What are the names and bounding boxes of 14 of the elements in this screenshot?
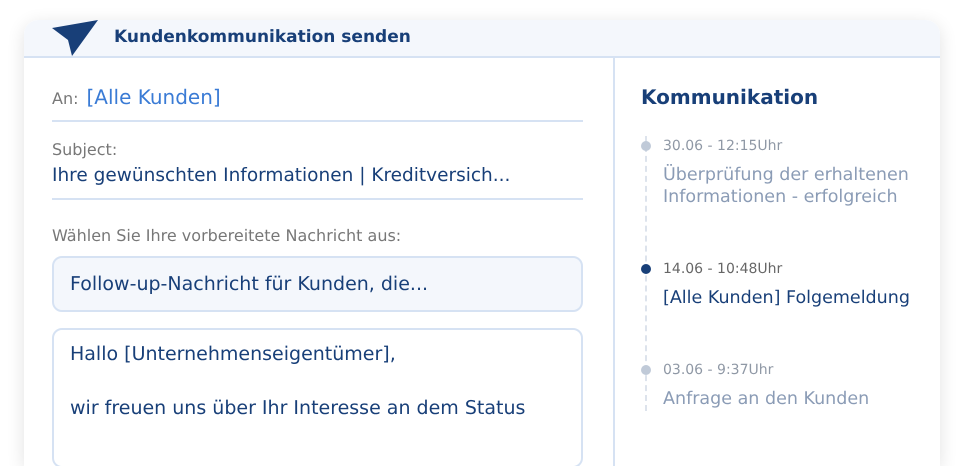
- message-field[interactable]: Hallo [Unternehmenseigentümer], wir freuen uns über Ihr Interesse an dem Status: [52, 328, 583, 466]
- timeline-title: Kommunikation: [641, 84, 820, 111]
- timeline-time: 03.06 - 9:37Uhr: [663, 360, 774, 380]
- timeline-time: 30.06 - 12:15Uhr: [663, 137, 784, 156]
- paper-plane-icon: [52, 20, 98, 56]
- recipient-label: An:: [52, 88, 78, 110]
- template-select[interactable]: Follow-up-Nachricht für Kunden, die...: [52, 256, 583, 312]
- template-label: Wählen Sie Ihre vorbereitete Nachricht aus:: [52, 224, 402, 247]
- dialog-title: Kundenkommunikation senden: [114, 26, 411, 50]
- timeline-time: 14.06 - 10:48Uhr: [663, 260, 784, 279]
- recipient-value[interactable]: [Alle Kunden]: [86, 82, 221, 112]
- timeline-entry[interactable]: [Alle Kunden] Folgemeldung: [663, 288, 920, 310]
- subject-value[interactable]: Ihre gewünschten Informationen | Kreditversich...: [52, 162, 583, 190]
- subject-label: Subject:: [52, 139, 118, 161]
